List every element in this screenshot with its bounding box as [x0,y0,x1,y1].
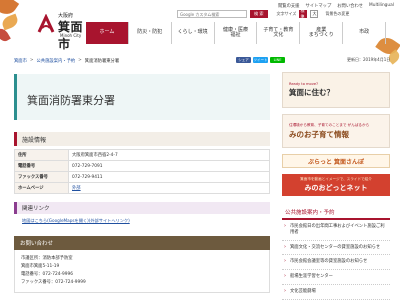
contact-line: 箕面市箕面5-11-19 [21,263,60,269]
util-link-accessibility[interactable]: 閲覧の支援 [278,3,299,9]
contact-line: ファックス番号：072-724-9999 [21,279,86,285]
side-menu-item[interactable]: 市民会館日の出年間工事およびイベント施設ご利用者 [282,220,390,241]
nav-label: 健康・医療 福祉 [223,26,249,38]
nav-label: 産業 まちづくり [308,26,334,38]
nav-item-industry[interactable]: 産業 まちづくり [299,22,342,44]
homepage-link[interactable]: 外部 [72,186,81,191]
sidebar: Ready to move? 箕面に住む？ 住環境から教育、子育てのことまで が… [282,72,390,300]
logo-romaji: Minoh City [60,33,82,38]
breadcrumb-link-home[interactable]: 箕面市 [14,58,27,64]
util-link-multilingual[interactable]: Multilingual [369,3,394,9]
page-title-box: 箕面消防署東分署 [14,74,270,120]
table-value: 外部 [68,182,270,194]
banner-title: みのお子育て情報 [289,129,349,139]
side-menu-item[interactable]: 箕面文化・交流センターの貸室施設のお知らせ [282,241,390,256]
font-size-large-button[interactable]: 大 [310,10,319,18]
nav-label: 防災・防犯 [137,29,163,36]
background-color-link[interactable]: 背景色の変更 [325,11,349,17]
related-links-heading: 関連リンク [14,202,270,214]
contact-line: 市議区所：消防本部予防室 [21,256,73,261]
contact-body: 市議区所：消防本部予防室 箕面市箕面5-11-19 電話番号：072-724-9… [14,250,270,293]
contact-section: お問い合わせ 市議区所：消防本部予防室 箕面市箕面5-11-19 電話番号：07… [14,236,270,293]
breadcrumb-separator: > [78,58,82,63]
banner-living-in-minoh[interactable]: Ready to move? 箕面に住む？ [282,72,390,108]
table-value: 072-729-7091 [68,160,270,172]
font-size-label: 文字サイズ [276,11,297,16]
breadcrumb-current: 箕面消防署東分署 [84,59,120,64]
banner-title: みのおどっとネット [304,184,368,192]
table-row: 電話番号 072-729-7091 [14,160,270,172]
side-menu: 市民会館日の出年間工事およびイベント施設ご利用者 箕面文化・交流センターの貸室施… [282,220,390,300]
table-value: 大阪府箕面市西宿2-4-7 [68,149,270,161]
banner-subtitle: 住環境から教育、子育てのことまで がんばるから [289,122,370,127]
facility-info-section: 施設情報 住所 大阪府箕面市西宿2-4-7 電話番号 072-729-7091 … [14,132,270,194]
table-row: ホームページ 外部 [14,182,270,194]
side-menu-item[interactable]: 文化芸能劇場 [282,285,390,300]
banner-childcare-info[interactable]: 住環境から教育、子育てのことまで がんばるから みのお子育て情報 [282,114,390,148]
nav-label: くらし・環境 [177,29,208,36]
nav-item-living[interactable]: くらし・環境 [170,22,214,44]
table-value: 072-729-9411 [68,171,270,183]
banner-title: ぶらっと 箕面さんぽ [307,159,365,166]
utility-links: 閲覧の支援 サイトマップ お問い合わせ Multilingual [278,3,394,9]
banner-subtitle: 箕面市を動画とイメージで、スライドで紹介 [300,177,372,181]
contact-heading: お問い合わせ [14,236,270,250]
table-label: ファックス番号 [14,171,69,183]
table-label: 住所 [14,149,69,161]
site-header: 大阪府 箕面市 Minoh City 閲覧の支援 サイトマップ お問い合わせ M… [0,0,400,51]
nav-label: 子育て・教育 文化 [263,26,294,38]
facility-info-table: 住所 大阪府箕面市西宿2-4-7 電話番号 072-729-7091 ファックス… [14,149,270,194]
city-emblem-icon [37,14,55,33]
facebook-share-button[interactable]: シェア [236,57,251,63]
facility-info-heading: 施設情報 [14,132,270,146]
site-logo[interactable]: 大阪府 箕面市 Minoh City [36,4,88,51]
side-menu-item[interactable]: 市民会館会議室等の貸室施設のお知らせ [282,255,390,271]
banner-minoh-net[interactable]: 箕面市を動画とイメージで、スライドで紹介 みのおどっとネット [282,174,390,196]
table-row: 住所 大阪府箕面市西宿2-4-7 [14,149,270,161]
nav-item-health[interactable]: 健康・医療 福祉 [213,22,257,44]
table-label: 電話番号 [14,160,69,172]
main-content: 箕面消防署東分署 施設情報 住所 大阪府箕面市西宿2-4-7 電話番号 072-… [14,74,270,300]
banner-title: 箕面に住む？ [289,88,334,97]
font-size-standard-button[interactable]: 標準 [299,8,308,19]
share-row: シェア ツイート LINE 更新日：2019年4月1日 [236,57,390,63]
table-label: ホームページ [14,182,69,194]
search-row: 検 索 文字サイズ 標準 大 背景色の変更 [177,8,349,19]
banner-subtitle: Ready to move? [289,82,318,86]
nav-label: ホーム [99,29,115,36]
breadcrumb: 箕面市 > 公共施設案内・予約 > 箕面消防署東分署 [14,58,119,64]
nav-item-disaster-prevention[interactable]: 防災・防犯 [127,22,171,44]
side-menu-heading[interactable]: 公共施設案内・予約 [282,206,390,220]
nav-item-education[interactable]: 子育て・教育 文化 [256,22,299,44]
nav-item-home[interactable]: ホーム [86,22,128,44]
map-link[interactable]: 地図はこちら(GoogleMapsを開く)(外部サイトへリンク) [14,214,270,228]
nav-label: 市政 [359,29,370,36]
search-button[interactable]: 検 索 [250,10,268,18]
breadcrumb-separator: > [29,58,34,63]
page-title: 箕面消防署東分署 [27,94,115,107]
update-date: 更新日：2019年4月1日 [347,57,391,62]
breadcrumb-link-facilities[interactable]: 公共施設案内・予約 [37,58,76,64]
side-menu-item[interactable]: 船場生涯学習センター [282,270,390,285]
nav-item-city-government[interactable]: 市政 [342,22,387,44]
contact-line: 電話番号：072-724-9996 [21,271,73,277]
global-nav: ホーム 防災・防犯 くらし・環境 健康・医療 福祉 子育て・教育 文化 産業 ま… [86,22,387,44]
related-links-section: 関連リンク 地図はこちら(GoogleMapsを開く)(外部サイトへリンク) [14,202,270,228]
util-link-contact[interactable]: お問い合わせ [337,3,363,9]
table-row: ファックス番号 072-729-9411 [14,171,270,183]
banner-minoh-walk[interactable]: ぶらっと 箕面さんぽ [282,154,390,168]
line-share-button[interactable]: LINE [270,57,285,63]
twitter-share-button[interactable]: ツイート [253,57,268,63]
util-link-sitemap[interactable]: サイトマップ [305,3,331,9]
search-input[interactable] [177,10,247,18]
